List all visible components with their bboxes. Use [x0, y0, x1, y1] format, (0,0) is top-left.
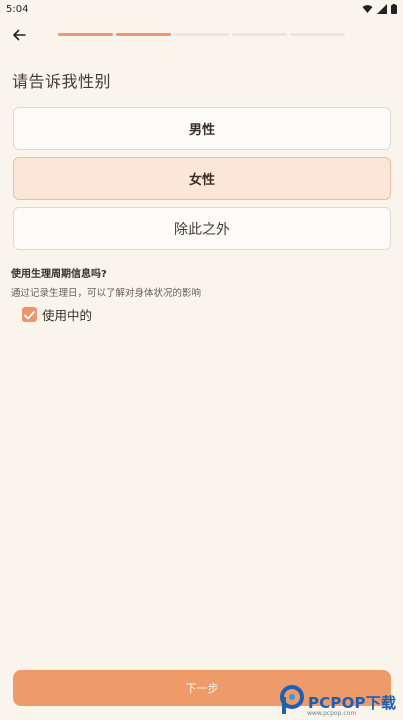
status-icons [362, 4, 397, 14]
cycle-description: 通过记录生理日，可以了解对身体状况的影响 [11, 288, 202, 299]
checkbox-label: 使用中的 [42, 308, 93, 323]
progress-segment [58, 33, 113, 36]
battery-icon [391, 4, 397, 14]
signal-icon [377, 4, 387, 14]
progress-segment [116, 33, 171, 36]
option-label: 除此之外 [174, 221, 230, 238]
progress-segment [290, 33, 345, 36]
progress-segment [174, 33, 229, 36]
cycle-question: 使用生理周期信息吗? [11, 269, 107, 280]
option-label: 男性 [188, 123, 215, 138]
wifi-icon [362, 4, 373, 14]
status-time: 5:04 [6, 3, 29, 15]
watermark-sub: www.pcpop.com [307, 710, 357, 717]
option-female[interactable]: 女性 [13, 157, 391, 200]
watermark-logo-icon [279, 685, 305, 719]
progress-segment [232, 33, 287, 36]
use-cycle-checkbox-row[interactable]: 使用中的 [22, 305, 92, 324]
back-button[interactable] [8, 25, 30, 45]
option-other[interactable]: 除此之外 [13, 207, 391, 250]
watermark: PCPOP下载 www.pcpop.com [279, 684, 403, 720]
page-title: 请告诉我性别 [12, 72, 112, 91]
status-bar: 5:04 [0, 0, 403, 18]
progress-indicator [58, 33, 345, 36]
arrow-left-icon [12, 26, 26, 45]
use-cycle-checkbox[interactable] [22, 307, 37, 322]
option-male[interactable]: 男性 [13, 107, 391, 150]
gender-select-screen: 5:04 请告诉我性别 男性 女性 除此之外 使用生理周期信息吗? 通过记录生理… [0, 0, 403, 720]
option-label: 女性 [188, 173, 215, 188]
checkmark-icon [24, 305, 35, 324]
